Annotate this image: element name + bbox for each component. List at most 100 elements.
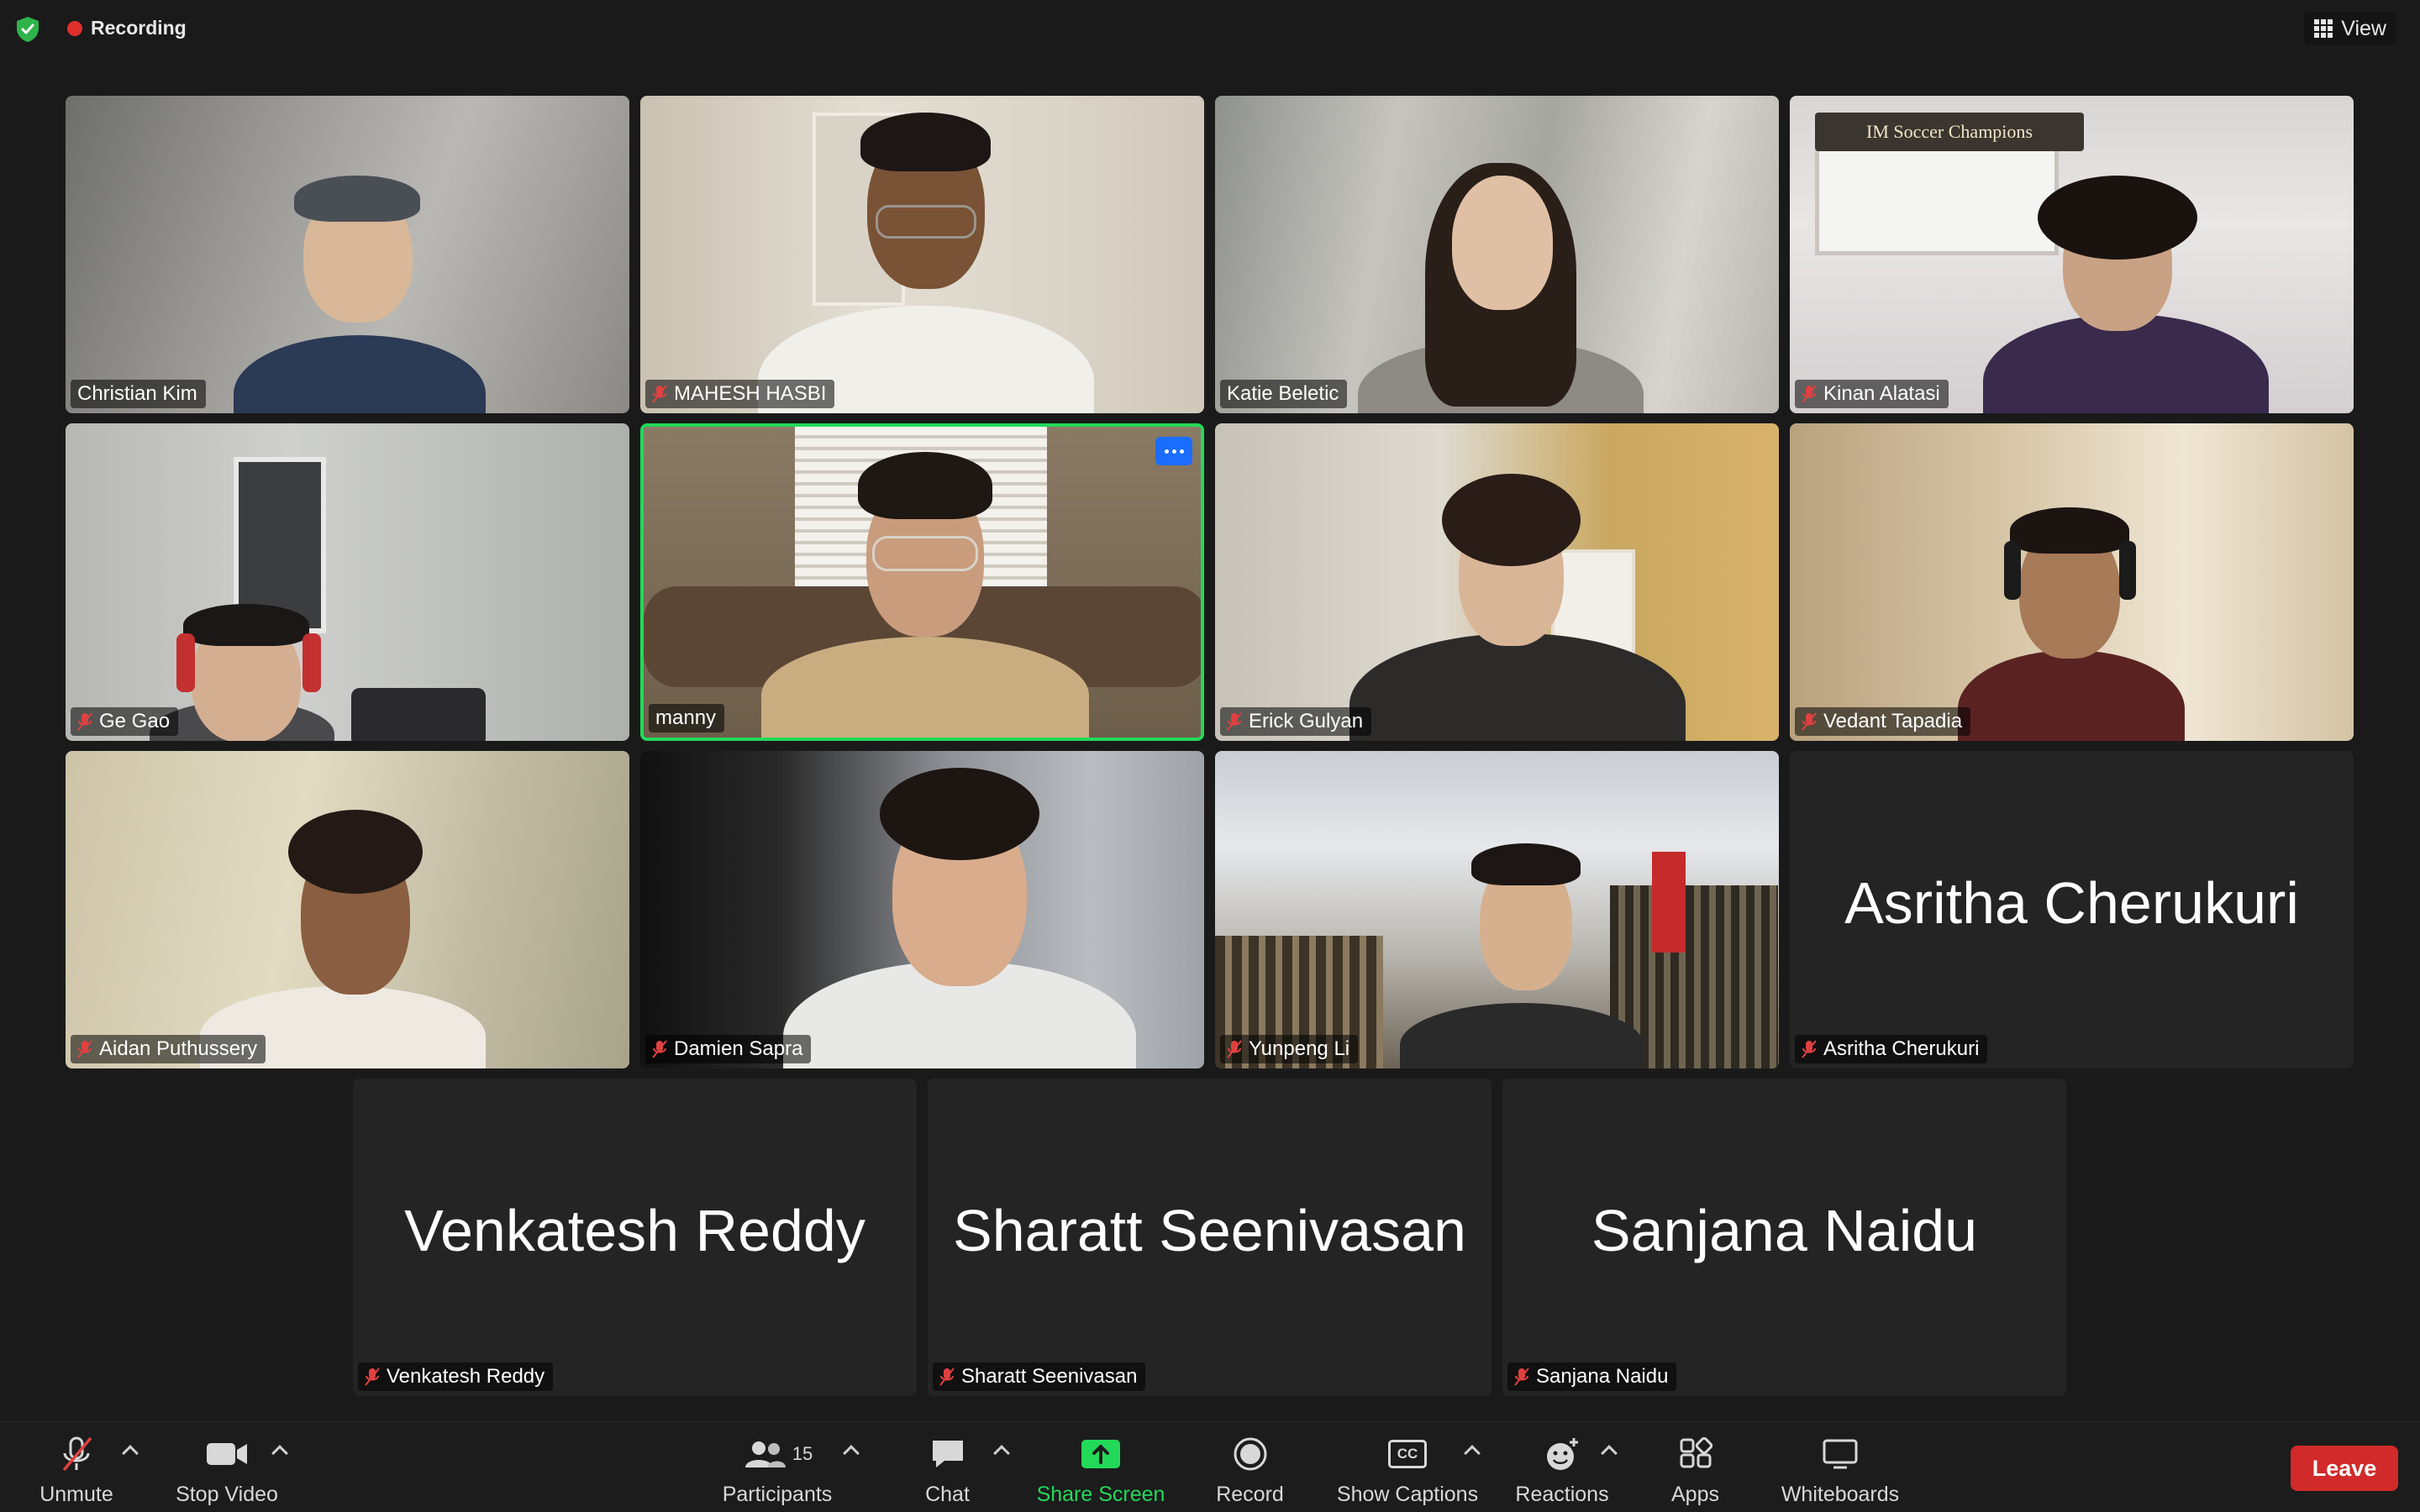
whiteboards-label: Whiteboards [1781, 1483, 1900, 1506]
view-button[interactable]: View [2304, 12, 2396, 45]
participant-tile[interactable]: Aidan Puthussery [66, 751, 629, 1068]
participants-button[interactable]: 15 Participants [714, 1422, 840, 1512]
participant-display-name: Venkatesh Reddy [404, 1198, 865, 1263]
participant-tile[interactable]: MAHESH HASBI [640, 96, 1204, 413]
apps-button[interactable]: Apps [1660, 1422, 1731, 1512]
whiteboards-button[interactable]: Whiteboards [1773, 1422, 1907, 1512]
closed-captions-icon: CC [1388, 1436, 1427, 1473]
participants-label: Participants [722, 1483, 833, 1506]
record-icon [1233, 1436, 1268, 1473]
participants-icon-group: 15 [742, 1436, 813, 1473]
participant-name: Erick Gulyan [1249, 710, 1364, 732]
participant-tile[interactable]: Erick Gulyan [1215, 423, 1779, 741]
participant-nameplate: manny [649, 704, 725, 732]
participant-tile[interactable]: Yunpeng Li [1215, 751, 1779, 1068]
participant-nameplate: Yunpeng Li [1220, 1035, 1359, 1063]
muted-mic-icon [652, 1040, 667, 1058]
participant-name: Venkatesh Reddy [387, 1365, 545, 1388]
participant-tile[interactable]: Vedant Tapadia [1790, 423, 2354, 741]
muted-mic-icon [77, 712, 92, 731]
stop-video-label: Stop Video [176, 1483, 278, 1506]
participant-name: Kinan Alatasi [1823, 382, 1940, 405]
participant-tile-no-video[interactable]: Sharatt Seenivasan Sharatt Seenivasan [928, 1079, 1491, 1396]
participant-name: Damien Sapra [674, 1037, 803, 1060]
captions-icon-text: CC [1388, 1440, 1427, 1468]
reactions-button[interactable]: Reactions [1512, 1422, 1612, 1512]
chat-options-chevron-icon[interactable] [993, 1445, 1010, 1462]
reactions-label: Reactions [1515, 1483, 1609, 1506]
muted-mic-icon [1514, 1368, 1529, 1386]
participant-nameplate: Sanjana Naidu [1507, 1362, 1677, 1391]
muted-mic-icon [365, 1368, 380, 1386]
banner-text: IM Soccer Champions [1815, 113, 2084, 151]
recording-indicator[interactable]: Recording [67, 17, 187, 39]
participant-nameplate: Erick Gulyan [1220, 707, 1372, 736]
grid-view-icon [2314, 19, 2333, 38]
leave-meeting-button[interactable]: Leave [2291, 1446, 2398, 1491]
recording-label: Recording [91, 17, 187, 39]
participant-display-name: Asritha Cherukuri [1844, 870, 2299, 936]
participant-nameplate: Sharatt Seenivasan [933, 1362, 1146, 1391]
audio-options-chevron-icon[interactable] [122, 1445, 139, 1462]
participant-name: Sanjana Naidu [1536, 1365, 1669, 1388]
apps-icon [1679, 1436, 1712, 1473]
participant-nameplate: Vedant Tapadia [1795, 707, 1971, 736]
muted-mic-icon [939, 1368, 955, 1386]
participant-name: Katie Beletic [1227, 382, 1339, 405]
stop-video-button[interactable]: Stop Video [168, 1422, 286, 1512]
participant-name: Vedant Tapadia [1823, 710, 1963, 732]
participant-name: Christian Kim [77, 382, 197, 405]
view-label: View [2341, 16, 2386, 40]
participant-name: Sharatt Seenivasan [961, 1365, 1138, 1388]
apps-label: Apps [1671, 1483, 1719, 1506]
participant-tile[interactable]: IM Soccer Champions Kinan Alatasi [1790, 96, 2354, 413]
show-captions-button[interactable]: CC Show Captions [1332, 1422, 1483, 1512]
participant-nameplate: Ge Gao [71, 707, 179, 736]
participant-display-name: Sanjana Naidu [1591, 1198, 1978, 1263]
share-screen-icon [1080, 1436, 1122, 1473]
participant-name: Ge Gao [99, 710, 171, 732]
security-shield-icon[interactable] [13, 15, 42, 44]
participant-name: MAHESH HASBI [674, 382, 827, 405]
more-options-button[interactable] [1155, 437, 1192, 465]
participant-nameplate: Asritha Cherukuri [1795, 1035, 1988, 1063]
muted-mic-icon [652, 385, 667, 403]
participant-nameplate: Venkatesh Reddy [358, 1362, 554, 1391]
participant-tile[interactable]: Christian Kim [66, 96, 629, 413]
unmute-label: Unmute [39, 1483, 113, 1506]
participant-tile[interactable]: Katie Beletic [1215, 96, 1779, 413]
unmute-button[interactable]: Unmute [30, 1422, 123, 1512]
muted-microphone-icon [57, 1436, 96, 1473]
participant-nameplate: Aidan Puthussery [71, 1035, 266, 1063]
participant-name: Yunpeng Li [1249, 1037, 1350, 1060]
record-label: Record [1216, 1483, 1284, 1506]
participant-tile-active-speaker[interactable]: manny [640, 423, 1204, 741]
participants-count: 15 [792, 1443, 813, 1464]
participant-display-name: Sharatt Seenivasan [953, 1198, 1466, 1263]
participant-tile-no-video[interactable]: Venkatesh Reddy Venkatesh Reddy [353, 1079, 917, 1396]
video-camera-icon [205, 1436, 249, 1473]
muted-mic-icon [1227, 712, 1242, 731]
muted-mic-icon [1802, 1040, 1817, 1058]
chat-button[interactable]: Chat [908, 1422, 987, 1512]
share-screen-button[interactable]: Share Screen [1029, 1422, 1172, 1512]
meeting-toolbar: Unmute Stop Video 15 Participants Chat S… [0, 1421, 2420, 1512]
chat-bubble-icon [929, 1436, 966, 1473]
participants-icon [744, 1441, 786, 1467]
muted-mic-icon [1802, 712, 1817, 731]
show-captions-label: Show Captions [1336, 1483, 1479, 1506]
participant-tile[interactable]: Damien Sapra [640, 751, 1204, 1068]
participant-nameplate: Katie Beletic [1220, 380, 1348, 408]
share-screen-label: Share Screen [1036, 1483, 1165, 1506]
participant-tile-no-video[interactable]: Sanjana Naidu Sanjana Naidu [1502, 1079, 2066, 1396]
whiteboard-icon [1822, 1436, 1859, 1473]
participant-nameplate: Damien Sapra [645, 1035, 812, 1063]
participant-tile[interactable]: Ge Gao [66, 423, 629, 741]
participant-tile-no-video[interactable]: Asritha Cherukuri Asritha Cherukuri [1790, 751, 2354, 1068]
record-button[interactable]: Record [1210, 1422, 1290, 1512]
muted-mic-icon [1227, 1040, 1242, 1058]
participants-options-chevron-icon[interactable] [843, 1445, 860, 1462]
muted-mic-icon [1802, 385, 1817, 403]
participant-nameplate: Christian Kim [71, 380, 206, 408]
muted-mic-icon [77, 1040, 92, 1058]
